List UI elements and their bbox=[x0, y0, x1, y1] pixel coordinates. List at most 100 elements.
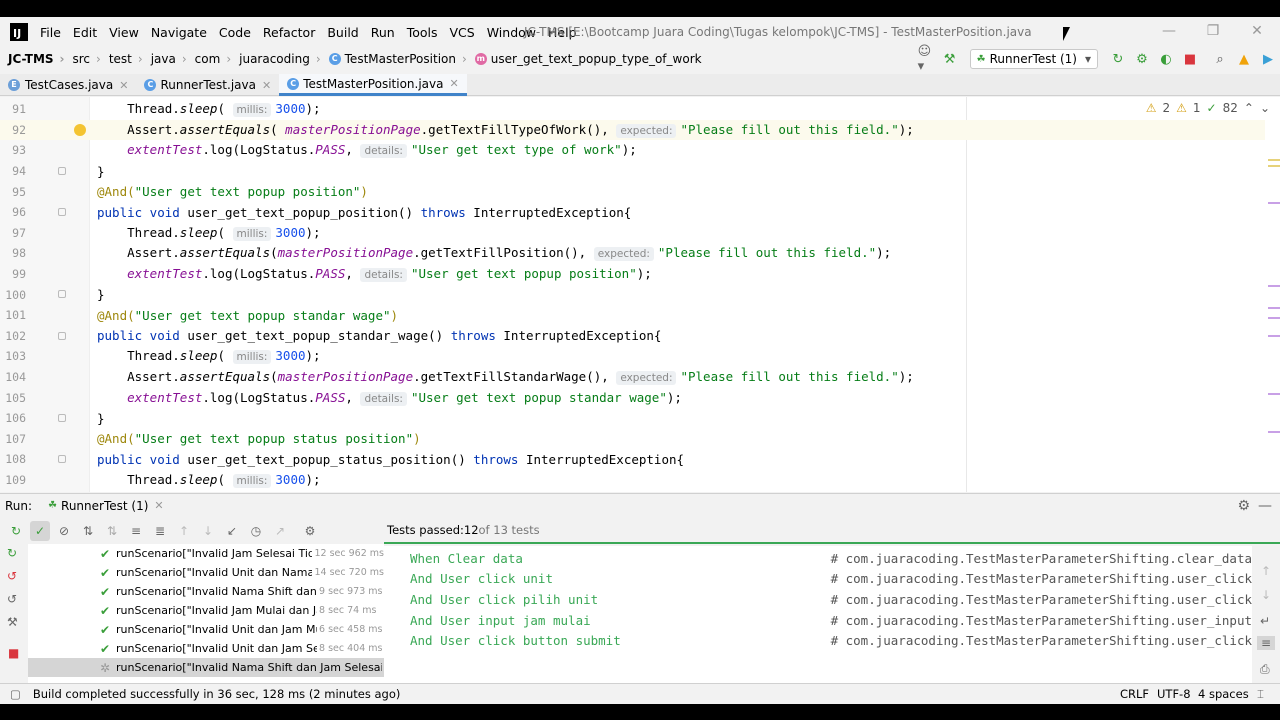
rerun-failed-icon[interactable]: ↻ bbox=[7, 546, 17, 560]
dump-threads-icon[interactable]: ↺ bbox=[7, 592, 17, 606]
test-tree-row[interactable]: ✔ runScenario["Invalid Jam Mulai dan Jam … bbox=[28, 601, 384, 620]
code-text[interactable]: } bbox=[97, 411, 105, 426]
line-separator[interactable]: CRLF bbox=[1120, 687, 1149, 701]
toggle-auto-test-icon[interactable]: ↺ bbox=[7, 569, 17, 583]
breadcrumb-juaracoding[interactable]: juaracoding › bbox=[239, 52, 321, 66]
import-tests-icon[interactable]: ↙ bbox=[222, 521, 242, 541]
code-line[interactable]: 99 extentTest.log(LogStatus.PASS, detail… bbox=[0, 264, 1265, 285]
scroll-marker[interactable] bbox=[1268, 202, 1280, 204]
line-number[interactable]: 97 bbox=[0, 226, 26, 240]
debug-icon[interactable]: ⚙ bbox=[1134, 51, 1150, 67]
scroll-down-icon[interactable]: ↓ bbox=[1261, 588, 1271, 602]
line-number[interactable]: 105 bbox=[0, 391, 26, 405]
history-icon[interactable]: ◷ bbox=[246, 521, 266, 541]
coverage-icon[interactable]: ◐ bbox=[1158, 51, 1174, 67]
minimize-icon[interactable]: — bbox=[1157, 23, 1181, 39]
code-text[interactable]: Thread.sleep( millis: 3000); bbox=[97, 101, 321, 118]
code-text[interactable]: Thread.sleep( millis: 3000); bbox=[97, 348, 321, 365]
menu-code[interactable]: Code bbox=[219, 25, 251, 40]
breadcrumb-method[interactable]: m user_get_text_popup_type_of_work bbox=[474, 52, 702, 66]
close-tab-icon[interactable]: ✕ bbox=[262, 79, 271, 92]
next-highlight-icon[interactable]: ⌄ bbox=[1260, 101, 1270, 115]
menu-tools[interactable]: Tools bbox=[407, 25, 438, 40]
fold-marker-icon[interactable] bbox=[58, 166, 66, 175]
code-line[interactable]: 106} bbox=[0, 408, 1265, 429]
code-line[interactable]: 91 Thread.sleep( millis: 3000); bbox=[0, 99, 1265, 120]
code-text[interactable]: Assert.assertEquals( masterPositionPage.… bbox=[97, 122, 914, 138]
step-reference-link[interactable]: # com.juaracoding.TestMasterParameterShi… bbox=[831, 551, 1252, 566]
line-number[interactable]: 92 bbox=[0, 123, 26, 137]
fold-marker-icon[interactable] bbox=[58, 414, 66, 422]
close-window-icon[interactable]: ✕ bbox=[1245, 23, 1269, 39]
intention-bulb-icon[interactable] bbox=[74, 123, 86, 136]
code-line[interactable]: 102 public void user_get_text_popup_stand… bbox=[0, 326, 1265, 347]
scroll-marker[interactable] bbox=[1268, 431, 1280, 433]
collapse-all-icon[interactable]: ≣ bbox=[150, 521, 170, 541]
previous-test-icon[interactable]: ↑ bbox=[174, 521, 194, 541]
breadcrumb-project[interactable]: JC-TMS › bbox=[8, 52, 65, 66]
soft-wrap-icon[interactable]: ↵ bbox=[1260, 614, 1270, 628]
scroll-marker[interactable] bbox=[1268, 307, 1280, 309]
next-test-icon[interactable]: ↓ bbox=[198, 521, 218, 541]
line-number[interactable]: 106 bbox=[0, 411, 26, 425]
code-text[interactable]: public void user_get_text_popup_standar_… bbox=[97, 328, 661, 343]
sort-duration-icon[interactable]: ⇅ bbox=[102, 521, 122, 541]
code-line[interactable]: 108 public void user_get_text_popup_statu… bbox=[0, 449, 1265, 470]
line-number[interactable]: 95 bbox=[0, 185, 26, 199]
code-line[interactable]: 100} bbox=[0, 284, 1265, 305]
scroll-up-icon[interactable]: ↑ bbox=[1261, 564, 1271, 578]
scroll-marker[interactable] bbox=[1268, 317, 1280, 319]
line-number[interactable]: 101 bbox=[0, 308, 26, 322]
scroll-to-end-icon[interactable]: ≡ bbox=[1257, 636, 1275, 650]
test-tree-row[interactable]: ✔ runScenario["Invalid Unit dan Jam Seles… bbox=[28, 639, 384, 658]
status-message[interactable]: Build completed successfully in 36 sec, … bbox=[33, 687, 400, 701]
breadcrumb-test[interactable]: test › bbox=[109, 52, 143, 66]
run-settings-icon[interactable]: ⚙ bbox=[300, 521, 320, 541]
indent-setting[interactable]: 4 spaces bbox=[1198, 687, 1249, 701]
test-tree-row[interactable]: ✲ runScenario["Invalid Nama Shift dan Jam… bbox=[28, 658, 384, 677]
inspection-widget[interactable]: ⚠ 2 ⚠ 1 ✓ 82 ⌃ ⌄ bbox=[1146, 101, 1270, 115]
scroll-marker[interactable] bbox=[1268, 393, 1280, 395]
code-text[interactable]: Thread.sleep( millis: 3000); bbox=[97, 225, 321, 241]
search-everywhere-icon[interactable]: ⌕ bbox=[1212, 51, 1228, 67]
code-text[interactable]: @And("User get text popup standar wage") bbox=[97, 308, 398, 323]
line-number[interactable]: 109 bbox=[0, 473, 26, 487]
toggle-tool-windows-icon[interactable]: ▢ bbox=[10, 687, 21, 701]
settings-gear-icon[interactable]: ⚙ bbox=[1237, 498, 1250, 514]
breadcrumb-com[interactable]: com › bbox=[195, 52, 231, 66]
line-number[interactable]: 104 bbox=[0, 370, 26, 384]
line-number[interactable]: 98 bbox=[0, 246, 26, 260]
tab-runnertest[interactable]: C RunnerTest.java ✕ bbox=[136, 74, 279, 96]
fold-marker-icon[interactable] bbox=[58, 331, 66, 340]
line-number[interactable]: 96 bbox=[0, 205, 26, 219]
test-tree-row[interactable]: ✔ runScenario["Invalid Jam Selesai Tidak … bbox=[28, 544, 384, 563]
lock-icon[interactable]: ⌶ bbox=[1257, 687, 1264, 702]
code-line[interactable]: 92 Assert.assertEquals( masterPositionPa… bbox=[0, 119, 1265, 141]
print-icon[interactable]: ⎙ bbox=[1260, 662, 1270, 677]
file-encoding[interactable]: UTF-8 bbox=[1157, 687, 1191, 701]
test-tree-row[interactable]: ✔ runScenario["Invalid Unit dan Nama Shi1… bbox=[28, 563, 384, 582]
line-number[interactable]: 108 bbox=[0, 452, 26, 466]
show-passed-icon[interactable]: ✓ bbox=[30, 520, 50, 541]
fold-marker-icon[interactable] bbox=[58, 290, 66, 299]
code-text[interactable]: extentTest.log(LogStatus.PASS, details: "… bbox=[97, 142, 637, 159]
code-line[interactable]: 95 @And("User get text popup position") bbox=[0, 181, 1265, 202]
fold-marker-icon[interactable] bbox=[58, 208, 66, 216]
code-line[interactable]: 97 Thread.sleep( millis: 3000); bbox=[0, 223, 1265, 244]
code-text[interactable]: @And("User get text popup position") bbox=[97, 184, 368, 199]
code-line[interactable]: 96 public void user_get_text_popup_positi… bbox=[0, 202, 1265, 223]
line-number[interactable]: 103 bbox=[0, 349, 26, 363]
code-line[interactable]: 103 Thread.sleep( millis: 3000); bbox=[0, 346, 1265, 367]
stop-icon[interactable]: ■ bbox=[8, 646, 19, 660]
test-tree-row[interactable]: ✔ runScenario["Invalid Unit dan Jam Mulai… bbox=[28, 620, 384, 639]
line-number[interactable]: 102 bbox=[0, 329, 26, 343]
menu-navigate[interactable]: Navigate bbox=[151, 25, 207, 40]
code-text[interactable]: } bbox=[97, 164, 105, 179]
breadcrumb-java[interactable]: java › bbox=[151, 52, 187, 66]
restore-icon[interactable]: ❐ bbox=[1201, 23, 1225, 39]
code-line[interactable]: 94} bbox=[0, 161, 1265, 182]
step-reference-link[interactable]: # com.juaracoding.TestMasterParameterShi… bbox=[831, 633, 1252, 648]
export-icon[interactable]: ↗ bbox=[270, 521, 290, 541]
line-number[interactable]: 99 bbox=[0, 267, 26, 281]
user-icon[interactable]: ☺▾ bbox=[918, 44, 934, 74]
